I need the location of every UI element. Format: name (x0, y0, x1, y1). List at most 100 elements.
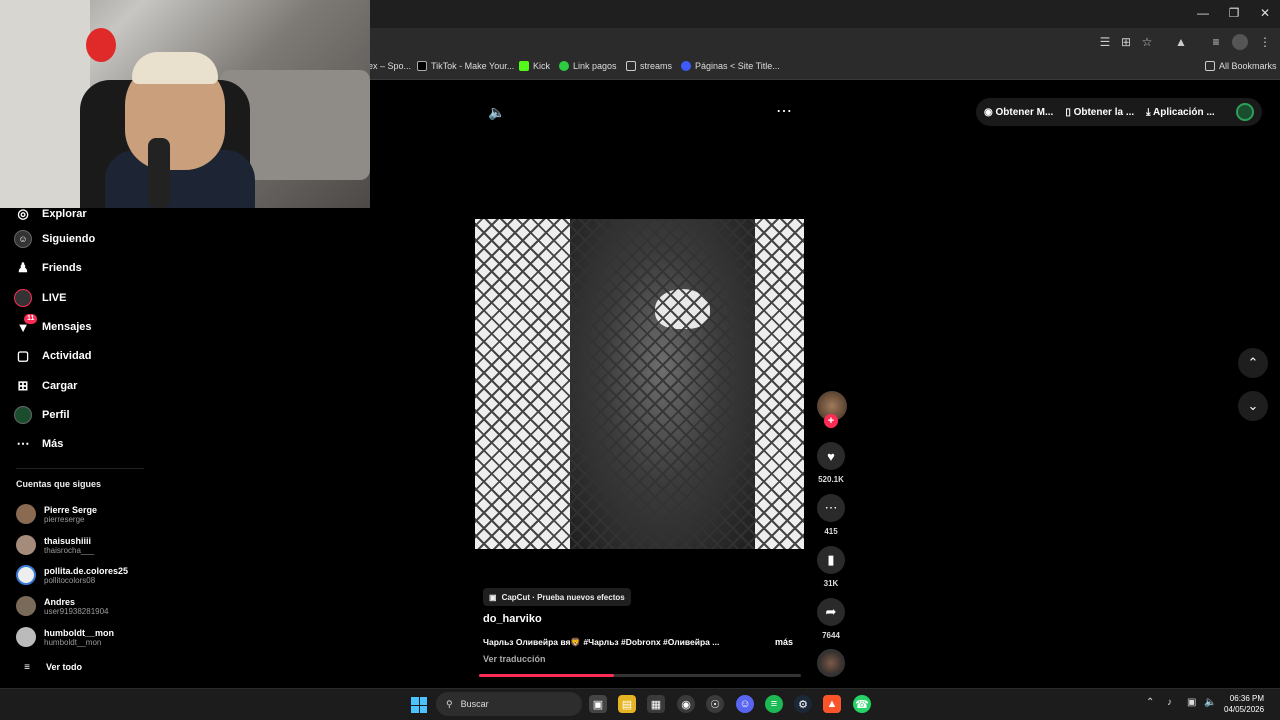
bookmark-link-pagos[interactable]: Link pagos (559, 61, 617, 71)
folder-icon (1205, 61, 1215, 71)
download-app-button[interactable]: ⤓ Aplicación ... (1146, 107, 1215, 118)
sidebar-divider (16, 468, 144, 469)
video-author[interactable]: do_harviko (483, 613, 542, 625)
bookmark-spotify[interactable]: ex – Spo... (368, 61, 411, 71)
bookmark-kick[interactable]: Kick (519, 61, 550, 71)
sidebar-item-cargar[interactable]: ⊞ Cargar (14, 375, 78, 397)
sidebar-item-explorar[interactable]: ◎ Explorar (14, 203, 86, 225)
extensions-icon[interactable]: ▲ (1173, 34, 1189, 50)
music-disc[interactable] (817, 649, 845, 677)
caption-more-button[interactable]: más (775, 637, 793, 647)
next-video-button[interactable]: ⌄ (1238, 391, 1268, 421)
volume-tray-icon[interactable]: 🔈 (1204, 697, 1216, 708)
clock-date: 04/05/2026 (1224, 705, 1265, 714)
like-action[interactable]: ♥ 520.1K (816, 442, 846, 484)
file-explorer-icon[interactable]: ▤ (618, 695, 636, 713)
install-icon[interactable]: ⊞ (1118, 34, 1134, 50)
folder-icon (626, 61, 636, 71)
account-username: pollitocolors08 (44, 575, 96, 585)
bookmark-tiktok[interactable]: TikTok - Make Your... (417, 61, 514, 71)
video-progress-bar[interactable] (479, 674, 801, 677)
following-avatar-icon: ☺ (14, 230, 32, 248)
more-options-icon[interactable]: ⋯ (776, 101, 792, 121)
following-account[interactable]: humboldt__mon humboldt__mon (16, 625, 114, 649)
sidebar-item-live[interactable]: LIVE (14, 287, 66, 309)
see-translation-link[interactable]: Ver traducción (483, 654, 546, 664)
microphone-icon[interactable]: ♪ (1167, 697, 1172, 708)
following-account[interactable]: pollita.de.colores25 pollitocolors08 (16, 563, 128, 587)
webcam-red-object (86, 28, 116, 62)
bookmark-paginas[interactable]: Páginas < Site Title... (681, 61, 780, 71)
effect-chip[interactable]: ▣ CapCut · Prueba nuevos efectos (483, 588, 631, 606)
webcam-microphone (148, 138, 170, 208)
screen: — ❐ ✕ ☰ ⊞ ☆ ▲ ≡ ⋮ ex – Spo... TikTok - M… (0, 0, 1280, 720)
account-name: Pierre Serge (44, 504, 98, 515)
account-username: thaisrocha___ (44, 545, 95, 555)
webcam-overlay (0, 0, 370, 208)
kick-icon (519, 61, 529, 71)
link-icon (559, 61, 569, 71)
task-view-icon[interactable]: ▣ (589, 695, 607, 713)
brave-icon[interactable]: ▲ (823, 695, 841, 713)
bookmark-icon: ▮ (817, 546, 845, 574)
windows-start-icon[interactable] (411, 697, 427, 713)
minimize-button[interactable]: — (1188, 6, 1218, 20)
store-icon[interactable]: ▦ (647, 695, 665, 713)
sidebar-item-mas[interactable]: ⋯ Más (14, 433, 64, 455)
video-progress-fill (479, 674, 615, 677)
restore-button[interactable]: ❐ (1219, 6, 1249, 20)
save-count: 31K (823, 579, 839, 588)
follow-plus-button[interactable]: + (824, 414, 838, 428)
sidebar-item-friends[interactable]: ♟ Friends (14, 257, 82, 279)
steam-icon[interactable]: ⚙ (794, 695, 812, 713)
see-all-link[interactable]: ≡ Ver todo (18, 656, 82, 678)
account-name: pollita.de.colores25 (44, 565, 129, 576)
network-icon[interactable]: ▣ (1187, 697, 1196, 708)
menu-icon[interactable]: ⋮ (1257, 34, 1273, 50)
taskbar-clock[interactable]: 06:36 PM 04/05/2026 (1224, 693, 1264, 715)
bookmark-streams[interactable]: streams (626, 61, 672, 71)
avatar (16, 535, 36, 555)
spotify-icon[interactable]: ≡ (765, 695, 783, 713)
following-account[interactable]: Andres user91938281904 (16, 594, 109, 618)
discord-icon[interactable]: ☺ (736, 695, 754, 713)
following-account[interactable]: Pierre Serge pierreserge (16, 502, 97, 526)
sidebar-item-actividad[interactable]: ▢ Actividad (14, 345, 92, 367)
top-actions-bar: ◉ Obtener M... ▯ Obtener la ... ⤓ Aplica… (976, 98, 1262, 126)
chrome-icon[interactable]: ◉ (677, 695, 695, 713)
bookmark-all[interactable]: All Bookmarks (1205, 61, 1277, 71)
sidebar-item-mensajes[interactable]: ▼ 11 Mensajes (14, 314, 92, 338)
taskbar-search[interactable]: ⚲ Buscar (436, 692, 582, 716)
reading-list-icon[interactable]: ≡ (1208, 34, 1224, 50)
compass-icon: ◎ (17, 206, 29, 221)
account-username: humboldt__mon (44, 637, 102, 647)
profile-icon (14, 406, 32, 424)
get-m-button[interactable]: ◉ Obtener M... (984, 107, 1053, 118)
comment-icon: ⋯ (817, 494, 845, 522)
webcam-wall (0, 0, 90, 208)
user-avatar[interactable] (1236, 103, 1254, 121)
volume-icon[interactable]: 🔈 (488, 104, 505, 121)
save-action[interactable]: ▮ 31K (816, 546, 846, 588)
avatar (16, 596, 36, 616)
star-icon[interactable]: ☆ (1139, 34, 1155, 50)
tray-chevron-icon[interactable]: ⌃ (1146, 697, 1154, 708)
heart-icon: ♥ (817, 442, 845, 470)
wordpress-icon (681, 61, 691, 71)
translate-icon[interactable]: ☰ (1097, 34, 1113, 50)
sidebar-item-siguiendo[interactable]: ☺ Siguiendo (14, 228, 95, 250)
following-account[interactable]: thaisushiiii thaisrocha___ (16, 533, 94, 557)
obs-icon[interactable]: ☉ (706, 695, 724, 713)
whatsapp-icon[interactable]: ☎ (853, 695, 871, 713)
share-action[interactable]: ➦ 7644 (816, 598, 846, 640)
windows-taskbar (0, 688, 1280, 720)
sidebar-item-perfil[interactable]: Perfil (14, 404, 70, 426)
get-app-button[interactable]: ▯ Obtener la ... (1065, 107, 1134, 118)
profile-avatar-icon[interactable] (1232, 34, 1248, 50)
search-icon: ⚲ (446, 698, 453, 709)
video-player[interactable] (475, 219, 804, 549)
like-count: 520.1K (818, 475, 844, 484)
close-window-button[interactable]: ✕ (1250, 6, 1280, 20)
previous-video-button[interactable]: ⌃ (1238, 348, 1268, 378)
comment-action[interactable]: ⋯ 415 (816, 494, 846, 536)
